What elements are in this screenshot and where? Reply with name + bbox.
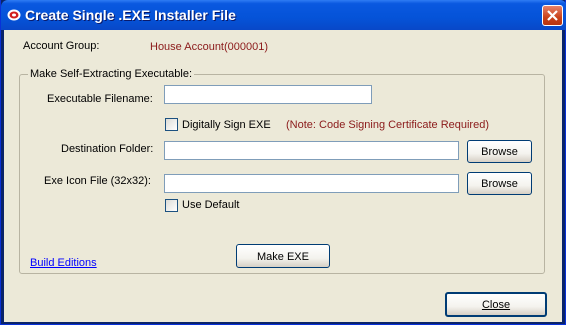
browse-label: Browse [481,178,518,190]
app-icon [7,9,21,21]
icon-browse-button[interactable]: Browse [467,172,532,195]
use-default-label: Use Default [182,199,240,211]
exe-icon-file-label: Exe Icon File (32x32): [44,175,151,187]
account-group-value: House Account(000001) [150,41,269,53]
digitally-sign-label: Digitally Sign EXE [182,119,271,131]
close-button[interactable]: Close [445,292,547,317]
close-icon [547,10,558,21]
close-label: Close [481,299,511,311]
group-legend: Make Self-Extracting Executable: [28,68,195,80]
browse-label: Browse [481,146,518,158]
title-bar[interactable]: Create Single .EXE Installer File [1,0,566,30]
destination-folder-input[interactable] [164,141,459,160]
executable-filename-label: Executable Filename: [47,93,153,105]
window-title: Create Single .EXE Installer File [25,7,236,23]
build-editions-link[interactable]: Build Editions [30,257,97,269]
close-window-button[interactable] [542,5,563,26]
destination-folder-label: Destination Folder: [61,143,154,155]
executable-filename-input[interactable] [164,85,372,104]
account-group-label: Account Group: [23,40,100,52]
digitally-sign-checkbox[interactable] [165,118,178,131]
dialog-window: Create Single .EXE Installer File Accoun… [0,0,566,325]
use-default-checkbox[interactable] [165,199,178,212]
make-exe-label: Make EXE [257,251,309,263]
dialog-body: Account Group: House Account(000001) Mak… [4,30,562,322]
destination-browse-button[interactable]: Browse [467,140,532,163]
signing-note: (Note: Code Signing Certificate Required… [286,119,489,131]
exe-icon-file-input[interactable] [164,174,459,193]
make-exe-button[interactable]: Make EXE [236,244,330,268]
